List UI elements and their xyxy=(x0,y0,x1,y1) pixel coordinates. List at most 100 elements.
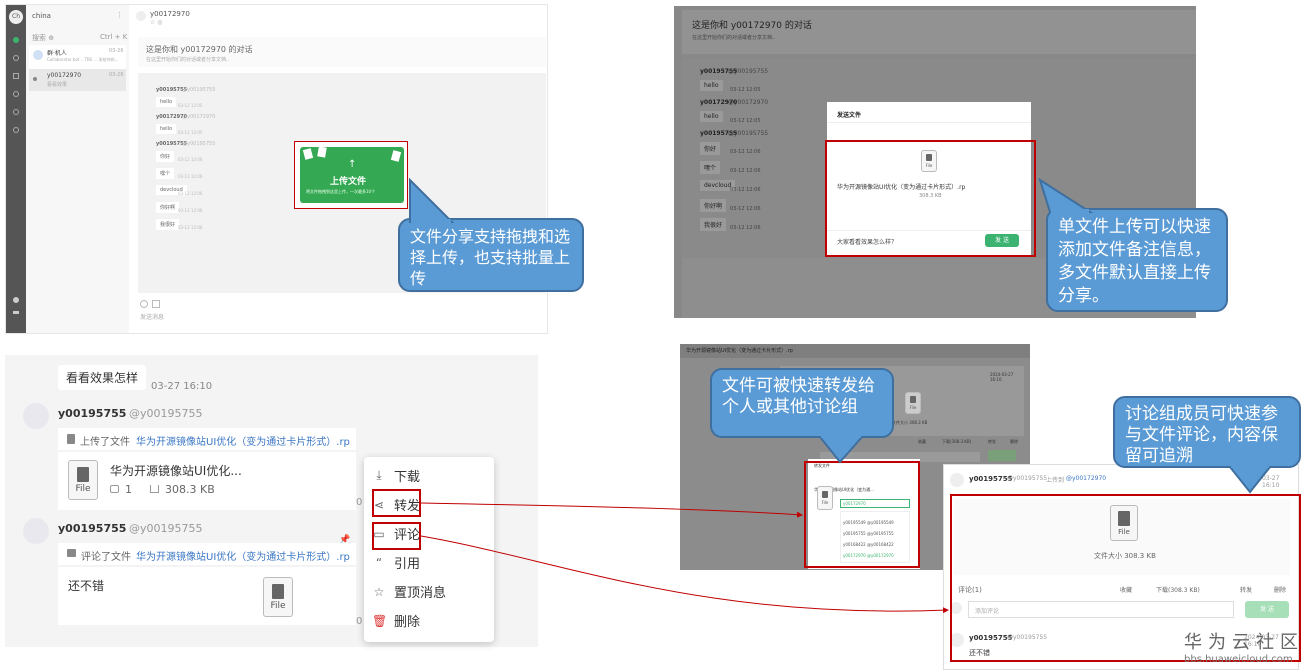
msg-time: 03-12 12:05 xyxy=(178,103,203,108)
highlight-forward-dialog xyxy=(804,461,920,568)
header-actions[interactable]: ☆ ◎ xyxy=(150,19,163,26)
files-nav-icon[interactable] xyxy=(13,73,19,79)
menu-nav-icon[interactable] xyxy=(13,311,19,314)
file-link[interactable]: 华为开源镜像站UI优化（变为通过卡片形式）.rp xyxy=(136,433,350,448)
search-nav-icon[interactable] xyxy=(13,127,19,133)
msg-time: 03-12 12:06 xyxy=(178,157,203,162)
message-input[interactable]: 发送消息 xyxy=(140,312,164,321)
quote-icon: “ xyxy=(375,555,383,570)
file-card-name: 华为开源镜像站UI优化... xyxy=(110,464,242,478)
more-icon[interactable]: ⋮ xyxy=(116,11,123,19)
conversation-item[interactable]: 群·机人 Collaborator bot ...TBS ... 发给你的...… xyxy=(29,45,126,69)
msg-time: 03-12 12:06 xyxy=(178,208,203,213)
msg-time: 03-12 12:06 xyxy=(730,225,761,231)
menu-download[interactable]: ⤓ 下载 xyxy=(364,461,494,490)
msg-time: 03-12 12:06 xyxy=(730,187,761,193)
sender-name[interactable]: y00195755 xyxy=(58,407,126,420)
image-file-icon xyxy=(390,150,402,162)
highlight-forward xyxy=(372,489,421,517)
upload-title: 上传文件 xyxy=(330,177,367,187)
conversation-name: y00172970 xyxy=(47,72,82,79)
msg-time: 03-12 12:05 xyxy=(730,87,761,93)
file-icon-label: File xyxy=(75,483,91,494)
pin-outline-icon: ☆ xyxy=(373,584,385,599)
msg-time: 03-12 12:06 xyxy=(730,168,761,174)
star-nav-icon[interactable] xyxy=(13,91,19,97)
search-hint[interactable]: 搜索 ⊕ xyxy=(32,33,54,43)
msg-time: 03-12 12:06 xyxy=(178,174,203,179)
msg-time: 03-12 12:06 xyxy=(178,225,203,230)
callout-upload-text: 文件分享支持拖拽和选择上传，也支持批量上传 xyxy=(410,227,571,288)
upload-action: 上传到 xyxy=(1046,477,1065,484)
delete-action[interactable]: 删除 xyxy=(1010,439,1018,445)
highlight-comment xyxy=(372,522,421,550)
favorite-action[interactable]: 收藏 xyxy=(918,439,926,445)
comment-count: 1 xyxy=(125,483,132,496)
callout-forward: 文件可被快速转发给个人或其他讨论组 xyxy=(710,368,894,438)
msg-bubble: 你好啊 xyxy=(700,199,727,212)
upload-dropzone[interactable]: ↑ 上传文件 将文件拖拽到这里上传，一次最多10个 xyxy=(294,141,408,209)
unread-dot xyxy=(33,77,37,81)
conversation-intro: 这是你和 y00172970 的对话 在这里开始你们的对话或者分享文档.. xyxy=(682,10,1196,54)
file-action: 评论了文件 xyxy=(81,552,131,563)
menu-delete[interactable]: 🗑 删除 xyxy=(364,606,494,635)
menu-pin[interactable]: ☆ 置顶消息 xyxy=(364,577,494,606)
file-detail-size: 文件大小 308.3 KB xyxy=(892,420,928,425)
message-input-bar[interactable]: 发送消息 xyxy=(136,297,546,331)
previous-message: 看看效果怎样 xyxy=(58,365,147,390)
bot-avatar xyxy=(33,50,43,60)
callout-single-file: 单文件上传可以快速添加文件备注信息，多文件默认直接上传分享。 xyxy=(1046,208,1228,312)
msg-bubble: hello xyxy=(156,124,177,134)
msg-time: 03-12 12:06 xyxy=(730,149,761,155)
settings-nav-icon[interactable] xyxy=(13,109,19,115)
upload-target[interactable]: @y00172970 xyxy=(1066,475,1106,482)
msg-bubble: 我很好 xyxy=(156,219,180,230)
menu-quote[interactable]: “ 引用 xyxy=(364,548,494,577)
msg-bubble: 嘿个 xyxy=(700,161,721,174)
conversation-desc: 在这里开始你们的对话或者分享文档.. xyxy=(692,35,776,41)
comment-file-icon xyxy=(67,549,76,557)
chat-nav-icon[interactable] xyxy=(13,37,19,43)
msg-time: 03-12 12:06 xyxy=(730,206,761,212)
msg-time: 03-12 12:05 xyxy=(730,118,761,124)
new-chat-shortcut[interactable]: Ctrl + K xyxy=(100,33,127,41)
highlight-dialog xyxy=(825,140,1036,257)
file-card[interactable]: File 华为开源镜像站UI优化... 1 308.3 KB xyxy=(58,452,356,510)
conversation-preview: Collaborator bot ...TBS ... 发给你的... xyxy=(47,57,119,62)
emoji-icon[interactable] xyxy=(140,300,148,308)
upload-hint: 将文件拖拽到这里上传，一次最多10个 xyxy=(306,189,376,194)
watermark-title: 华为云社区 xyxy=(1184,632,1304,653)
uploader-name[interactable]: y00195755 xyxy=(969,475,1013,483)
conversation-time: 03-26 xyxy=(109,72,124,78)
msg-bubble: 你好 xyxy=(700,142,721,155)
conversation-time: 03-26 xyxy=(109,48,124,54)
workspace-title: china xyxy=(32,12,51,20)
file-icon[interactable]: File xyxy=(263,577,293,617)
msg-bubble: 嘿个 xyxy=(156,168,175,179)
attach-icon[interactable] xyxy=(152,300,160,308)
menu-quote-label: 引用 xyxy=(394,557,421,572)
sender-handle: @y00195755 xyxy=(129,407,203,420)
code-file-icon xyxy=(317,146,327,158)
sender-name[interactable]: y00195755 xyxy=(58,522,126,535)
conversation-item[interactable]: y00172970 看看效果 03-26 xyxy=(29,69,126,91)
sender-handle: @y00195755 xyxy=(129,522,203,535)
avatar xyxy=(23,518,49,544)
contacts-nav-icon[interactable] xyxy=(13,55,19,61)
callout-upload: 文件分享支持拖拽和选择上传，也支持批量上传 xyxy=(398,218,584,292)
menu-pin-label: 置顶消息 xyxy=(394,586,447,601)
msg-handle: @y00172970 xyxy=(182,114,216,120)
side-marker: 0 xyxy=(356,497,363,508)
upload-time: 03-27 16:10 xyxy=(1262,475,1280,489)
file-detail-header: 华为开源镜像站UI优化（变为通过卡片形式）.rp xyxy=(680,344,1030,358)
download-small-icon xyxy=(150,485,159,493)
app-rail: Ch xyxy=(6,5,26,333)
msg-handle: @y00195755 xyxy=(182,141,216,147)
download-action[interactable]: 下载(308.3 KB) xyxy=(942,439,971,445)
forward-action[interactable]: 转发 xyxy=(988,439,996,445)
user-avatar-icon[interactable] xyxy=(13,297,19,303)
app-logo[interactable]: Ch xyxy=(9,10,23,24)
download-icon: ⤓ xyxy=(376,468,382,482)
send-dim xyxy=(988,450,1016,461)
file-link[interactable]: 华为开源镜像站UI优化（变为通过卡片形式）.rp xyxy=(136,548,350,563)
